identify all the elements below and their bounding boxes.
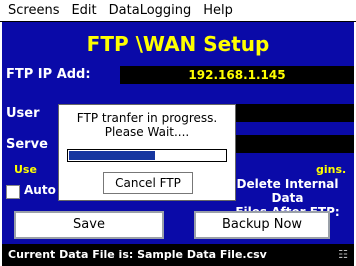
ftp-wan-setup-panel: FTP \WAN Setup FTP IP Add: 192.168.1.145… [2,22,354,266]
dialog-message-line2: Please Wait.... [104,125,190,139]
menu-datalogging[interactable]: DataLogging [103,0,198,21]
menu-screens[interactable]: Screens [0,0,65,21]
menu-edit[interactable]: Edit [65,0,102,21]
server-field[interactable] [236,135,354,153]
server-label: Serve [6,137,48,152]
delete-files-label-line1: Delete Internal Data [236,177,339,205]
menu-help[interactable]: Help [197,0,239,21]
user-label: User [6,106,40,121]
save-button[interactable]: Save [14,211,164,239]
status-text: Current Data File is: Sample Data File.c… [8,248,267,261]
note-text-right: gins. [316,163,347,176]
ftp-ip-field[interactable]: 192.168.1.145 [120,66,354,84]
note-text-left: Use [14,163,37,176]
auto-backup-checkbox[interactable] [6,185,20,199]
connection-icon: ☷ [338,248,348,261]
page-title: FTP \WAN Setup [86,32,270,56]
dialog-message-line1: FTP tranfer in progress. [76,111,218,125]
ftp-progress-dialog: FTP tranfer in progress. Please Wait....… [58,104,236,201]
progress-bar-fill [69,151,155,160]
cancel-ftp-button[interactable]: Cancel FTP [103,172,193,194]
backup-now-button[interactable]: Backup Now [194,211,330,239]
progress-bar [67,149,227,162]
status-bar: Current Data File is: Sample Data File.c… [2,244,354,266]
user-field[interactable] [236,104,354,122]
menu-bar: Screens Edit DataLogging Help [0,0,356,22]
ftp-ip-label: FTP IP Add: [6,67,91,82]
